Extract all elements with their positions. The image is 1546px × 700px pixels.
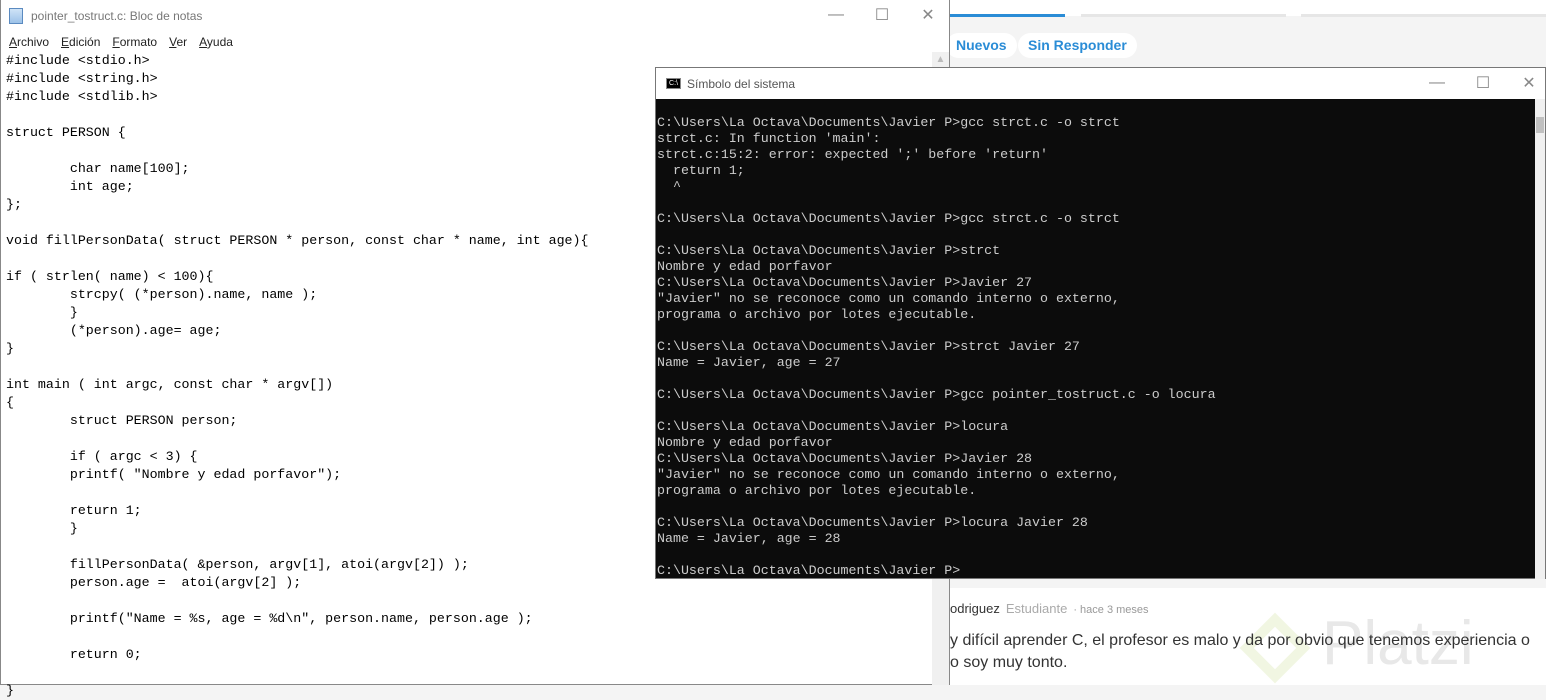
comment-text: y difícil aprender C, el profesor es mal… [950,632,1530,671]
menu-ver[interactable]: Ver [169,35,187,49]
maximize-button[interactable]: ☐ [859,0,905,30]
menu-archivo[interactable]: Archivo [9,35,49,49]
notepad-icon [9,8,23,24]
console-output[interactable]: C:\Users\La Octava\Documents\Javier P>gc… [657,115,1216,579]
tab-indicator [1081,14,1286,17]
comment-card: Platzi odriguez Estudiante · hace 3 meses … [950,588,1546,685]
cmd-close-button[interactable]: ✕ [1506,68,1546,98]
menu-ayuda[interactable]: Ayuda [199,35,233,49]
editor-text-area[interactable]: #include <stdio.h> #include <string.h> #… [6,52,589,700]
cmd-icon: C:\ [666,78,681,89]
cmd-scrollbar[interactable] [1535,99,1545,579]
close-button[interactable]: ✕ [905,0,951,30]
comment-author[interactable]: odriguez [950,601,1000,616]
comment-time: · hace 3 meses [1073,604,1149,616]
cmd-minimize-button[interactable]: — [1414,68,1460,98]
cmd-title: Símbolo del sistema [687,76,796,91]
comment-role: Estudiante [1005,601,1068,616]
notepad-title-bar[interactable]: pointer_tostruct.c: Bloc de notas [1,0,949,32]
scroll-up-icon[interactable]: ▲ [932,52,949,65]
filter-nuevos[interactable]: Nuevos [946,33,1017,58]
scroll-thumb[interactable] [1536,117,1544,133]
filter-sin-responder[interactable]: Sin Responder [1018,33,1137,58]
menu-bar: Archivo Edición Formato Ver Ayuda [1,32,949,52]
cmd-window: C:\ Símbolo del sistema — ☐ ✕ C:\Users\La… [655,67,1546,579]
notepad-title: pointer_tostruct.c: Bloc de notas [31,9,203,23]
menu-formato[interactable]: Formato [112,35,157,49]
active-tab-indicator [950,14,1065,17]
cmd-maximize-button[interactable]: ☐ [1460,68,1506,98]
tab-indicator [1301,14,1546,17]
minimize-button[interactable]: — [813,0,859,30]
cmd-title-bar[interactable]: C:\ Símbolo del sistema [656,68,1545,99]
menu-edicion[interactable]: Edición [61,35,100,49]
comment-meta: odriguez Estudiante · hace 3 meses [950,601,1149,616]
